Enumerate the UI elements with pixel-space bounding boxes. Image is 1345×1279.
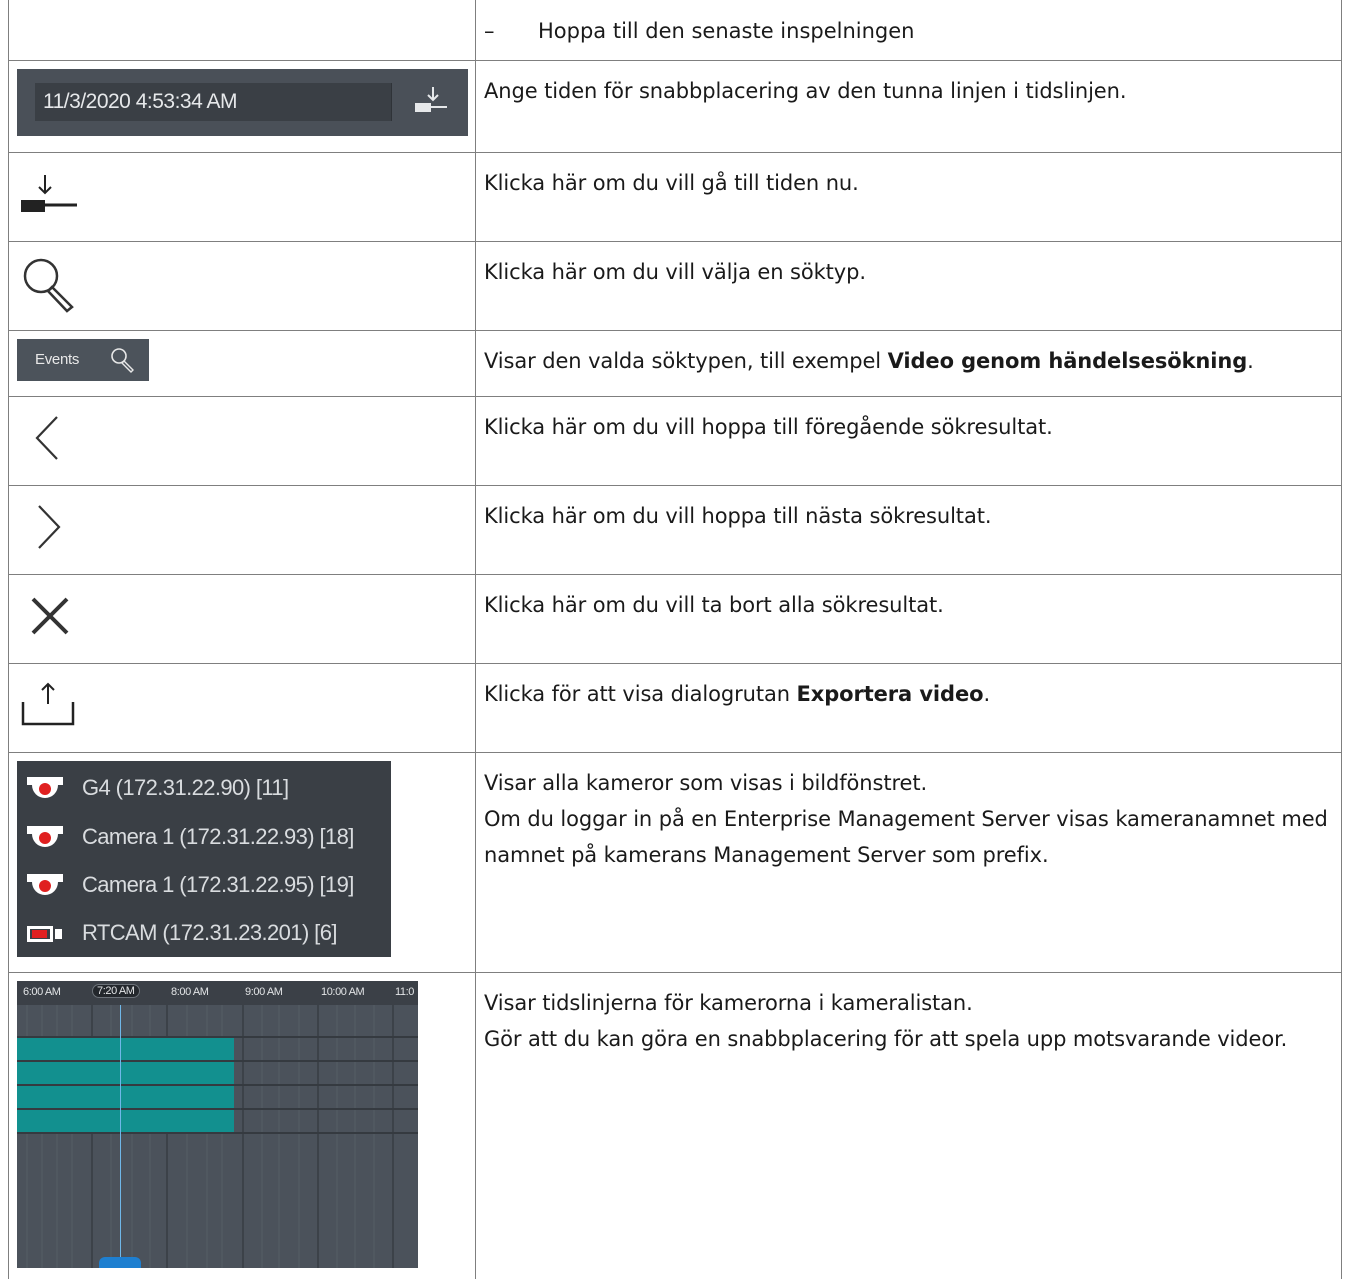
description-cell: Klicka här om du vill hoppa till föregåe… — [475, 397, 1342, 485]
icon-cell: 6:00 AM 7:20 AM 8:00 AM 9:00 AM 10:00 AM… — [8, 973, 476, 1279]
description-cell: Visar tidslinjerna för kamerorna i kamer… — [475, 973, 1342, 1279]
camera-list-item[interactable]: Camera 1 (172.31.22.95) [19] — [17, 866, 391, 906]
icon-cell — [8, 664, 476, 752]
icon-cell — [8, 242, 476, 330]
table-row: Klicka här om du vill hoppa till föregåe… — [8, 397, 1342, 486]
camera-list-item[interactable]: Camera 1 (172.31.22.93) [18] — [17, 818, 391, 858]
description-text: Visar den valda söktypen, till exempel V… — [484, 349, 1254, 373]
recording-track[interactable] — [17, 1086, 234, 1108]
camera-list-item[interactable]: G4 (172.31.22.90) [11] — [17, 769, 391, 809]
description-cell: Klicka här om du vill ta bort alla sökre… — [475, 575, 1342, 663]
timestamp-input[interactable]: 11/3/2020 4:53:34 AM — [35, 83, 392, 121]
table-row: Klicka här om du vill gå till tiden nu. — [8, 153, 1342, 242]
icon-cell: G4 (172.31.22.90) [11] Camera 1 (172.31.… — [8, 753, 476, 972]
icon-cell — [8, 153, 476, 241]
time-tick: 9:00 AM — [245, 986, 283, 998]
timestamp-widget: 11/3/2020 4:53:34 AM — [17, 69, 468, 136]
chevron-right-icon[interactable] — [35, 504, 65, 552]
camera-name: Camera 1 (172.31.22.93) [18] — [82, 824, 354, 849]
list-dash: – — [484, 19, 495, 43]
camera-name: RTCAM (172.31.23.201) [6] — [82, 920, 337, 945]
export-icon[interactable] — [19, 680, 77, 730]
jump-to-now-icon[interactable] — [19, 171, 79, 217]
list-item: – Hoppa till den senaste inspelningen — [484, 19, 914, 43]
table-row: Events Visar den valda söktypen, till ex… — [8, 331, 1342, 397]
dome-camera-icon — [27, 874, 63, 895]
jump-to-now-icon — [415, 87, 447, 112]
icon-cell — [8, 0, 476, 60]
table-row: Klicka här om du vill ta bort alla sökre… — [8, 575, 1342, 664]
icon-cell — [8, 397, 476, 485]
search-type-button[interactable]: Events — [17, 339, 149, 381]
search-icon — [111, 348, 134, 373]
recording-track[interactable] — [17, 1110, 234, 1132]
table-row: G4 (172.31.22.90) [11] Camera 1 (172.31.… — [8, 753, 1342, 973]
playhead-handle[interactable] — [99, 1257, 141, 1268]
description-text: Klicka här om du vill hoppa till föregåe… — [484, 415, 1053, 439]
search-icon[interactable] — [21, 256, 81, 314]
description-text: Klicka här om du vill gå till tiden nu. — [484, 171, 859, 195]
timestamp-value: 11/3/2020 4:53:34 AM — [43, 90, 237, 113]
description-cell: Klicka här om du vill gå till tiden nu. — [475, 153, 1342, 241]
dome-camera-icon — [27, 777, 63, 798]
camera-list-item[interactable]: RTCAM (172.31.23.201) [6] — [17, 914, 391, 954]
camera-name: Camera 1 (172.31.22.95) [19] — [82, 872, 354, 897]
table-row: Klicka här om du vill hoppa till nästa s… — [8, 486, 1342, 575]
timeline-panel[interactable]: 6:00 AM 7:20 AM 8:00 AM 9:00 AM 10:00 AM… — [17, 981, 418, 1268]
current-time-tick: 7:20 AM — [92, 984, 140, 998]
time-tick: 10:00 AM — [321, 986, 365, 998]
description-cell: Ange tiden för snabbplacering av den tun… — [475, 61, 1342, 152]
table-row: – Hoppa till den senaste inspelningen — [8, 0, 1342, 61]
table-row: 6:00 AM 7:20 AM 8:00 AM 9:00 AM 10:00 AM… — [8, 973, 1342, 1279]
description-cell: – Hoppa till den senaste inspelningen — [475, 0, 1342, 60]
close-icon[interactable] — [29, 595, 73, 639]
chevron-left-icon[interactable] — [33, 415, 63, 463]
icon-cell — [8, 575, 476, 663]
description-text: Ange tiden för snabbplacering av den tun… — [484, 79, 1127, 103]
description-text: Klicka här om du vill ta bort alla sökre… — [484, 593, 944, 617]
description-cell: Klicka för att visa dialogrutan Exporter… — [475, 664, 1342, 752]
jump-to-now-button[interactable] — [409, 83, 457, 121]
description-text: Klicka för att visa dialogrutan Exporter… — [484, 682, 991, 706]
search-type-label: Events — [35, 351, 80, 368]
description-text: Visar alla kameror som visas i bildfönst… — [484, 771, 1328, 867]
table-row: Klicka här om du vill välja en söktyp. — [8, 242, 1342, 331]
icon-cell: 11/3/2020 4:53:34 AM — [8, 61, 476, 152]
recording-track[interactable] — [17, 1038, 234, 1060]
icon-cell — [8, 486, 476, 574]
box-camera-icon — [27, 926, 62, 942]
description-text: Klicka här om du vill välja en söktyp. — [484, 260, 866, 284]
icon-cell: Events — [8, 331, 476, 396]
camera-name: G4 (172.31.22.90) [11] — [82, 775, 289, 800]
description-cell: Visar alla kameror som visas i bildfönst… — [475, 753, 1342, 972]
description-text: Klicka här om du vill hoppa till nästa s… — [484, 504, 992, 528]
time-tick: 6:00 AM — [23, 986, 61, 998]
description-cell: Klicka här om du vill hoppa till nästa s… — [475, 486, 1342, 574]
time-tick: 11:0 — [395, 986, 414, 998]
recording-track[interactable] — [17, 1062, 234, 1084]
playhead-line[interactable] — [120, 1005, 121, 1268]
table-row: Klicka för att visa dialogrutan Exporter… — [8, 664, 1342, 753]
description-cell: Klicka här om du vill välja en söktyp. — [475, 242, 1342, 330]
table-row: 11/3/2020 4:53:34 AM Ange tiden för snab… — [8, 61, 1342, 153]
time-tick: 8:00 AM — [171, 986, 209, 998]
description-cell: Visar den valda söktypen, till exempel V… — [475, 331, 1342, 396]
camera-list: G4 (172.31.22.90) [11] Camera 1 (172.31.… — [17, 761, 391, 957]
dome-camera-icon — [27, 826, 63, 847]
description-text: Visar tidslinjerna för kamerorna i kamer… — [484, 991, 1288, 1051]
timeline-header: 6:00 AM 7:20 AM 8:00 AM 9:00 AM 10:00 AM… — [17, 981, 418, 1005]
description-text: Hoppa till den senaste inspelningen — [538, 19, 915, 43]
